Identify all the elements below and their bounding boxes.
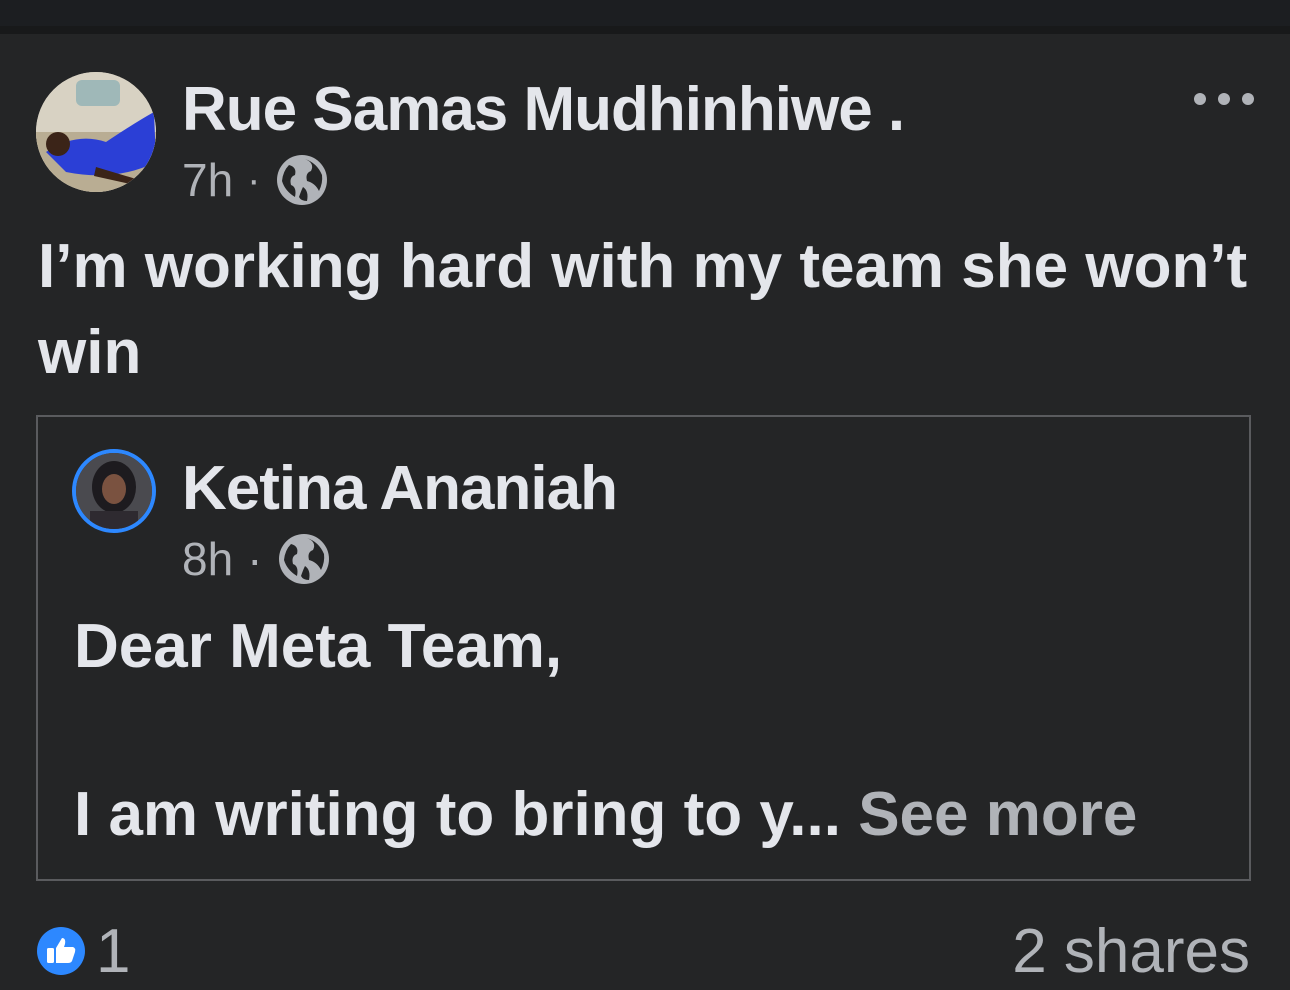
- globe-icon: [278, 534, 329, 584]
- more-options-button[interactable]: [1194, 84, 1254, 114]
- shared-post[interactable]: Ketina Ananiah 8h · Dear Meta Team, I am…: [36, 415, 1251, 881]
- post-text: I’m working hard with my team she won’t …: [38, 232, 1248, 387]
- shared-avatar-photo: [76, 453, 152, 529]
- shared-text-line1: Dear Meta Team,: [74, 612, 563, 681]
- more-dot: [1194, 93, 1206, 105]
- more-dot: [1218, 93, 1230, 105]
- post-card: Rue Samas Mudhinhiwe . 7h · I’m working …: [0, 34, 1290, 986]
- like-count[interactable]: 1: [96, 914, 130, 990]
- globe-icon: [276, 155, 327, 205]
- more-dot: [1242, 93, 1254, 105]
- meta-separator: ·: [247, 157, 261, 202]
- avatar-photo: [36, 72, 156, 192]
- post-time[interactable]: 7h: [182, 153, 233, 207]
- see-more-link[interactable]: See more: [858, 780, 1137, 849]
- post-meta: 7h ·: [182, 150, 329, 210]
- shared-post-time[interactable]: 8h: [182, 532, 233, 586]
- shared-text-excerpt: I am writing to bring to y...: [74, 780, 841, 849]
- shared-text-line2: I am writing to bring to y... See more: [74, 777, 1137, 853]
- author-name[interactable]: Rue Samas Mudhinhiwe .: [182, 72, 905, 148]
- divider: [0, 26, 1290, 34]
- like-reaction-icon[interactable]: [36, 926, 86, 976]
- shared-author-avatar[interactable]: [72, 449, 156, 533]
- shared-author-name[interactable]: Ketina Ananiah: [182, 451, 618, 527]
- shares-count[interactable]: 2 shares: [1012, 914, 1250, 990]
- shared-post-meta: 8h ·: [182, 529, 331, 589]
- meta-separator: ·: [247, 533, 263, 585]
- author-avatar[interactable]: [36, 72, 156, 192]
- top-strip: [0, 0, 1290, 26]
